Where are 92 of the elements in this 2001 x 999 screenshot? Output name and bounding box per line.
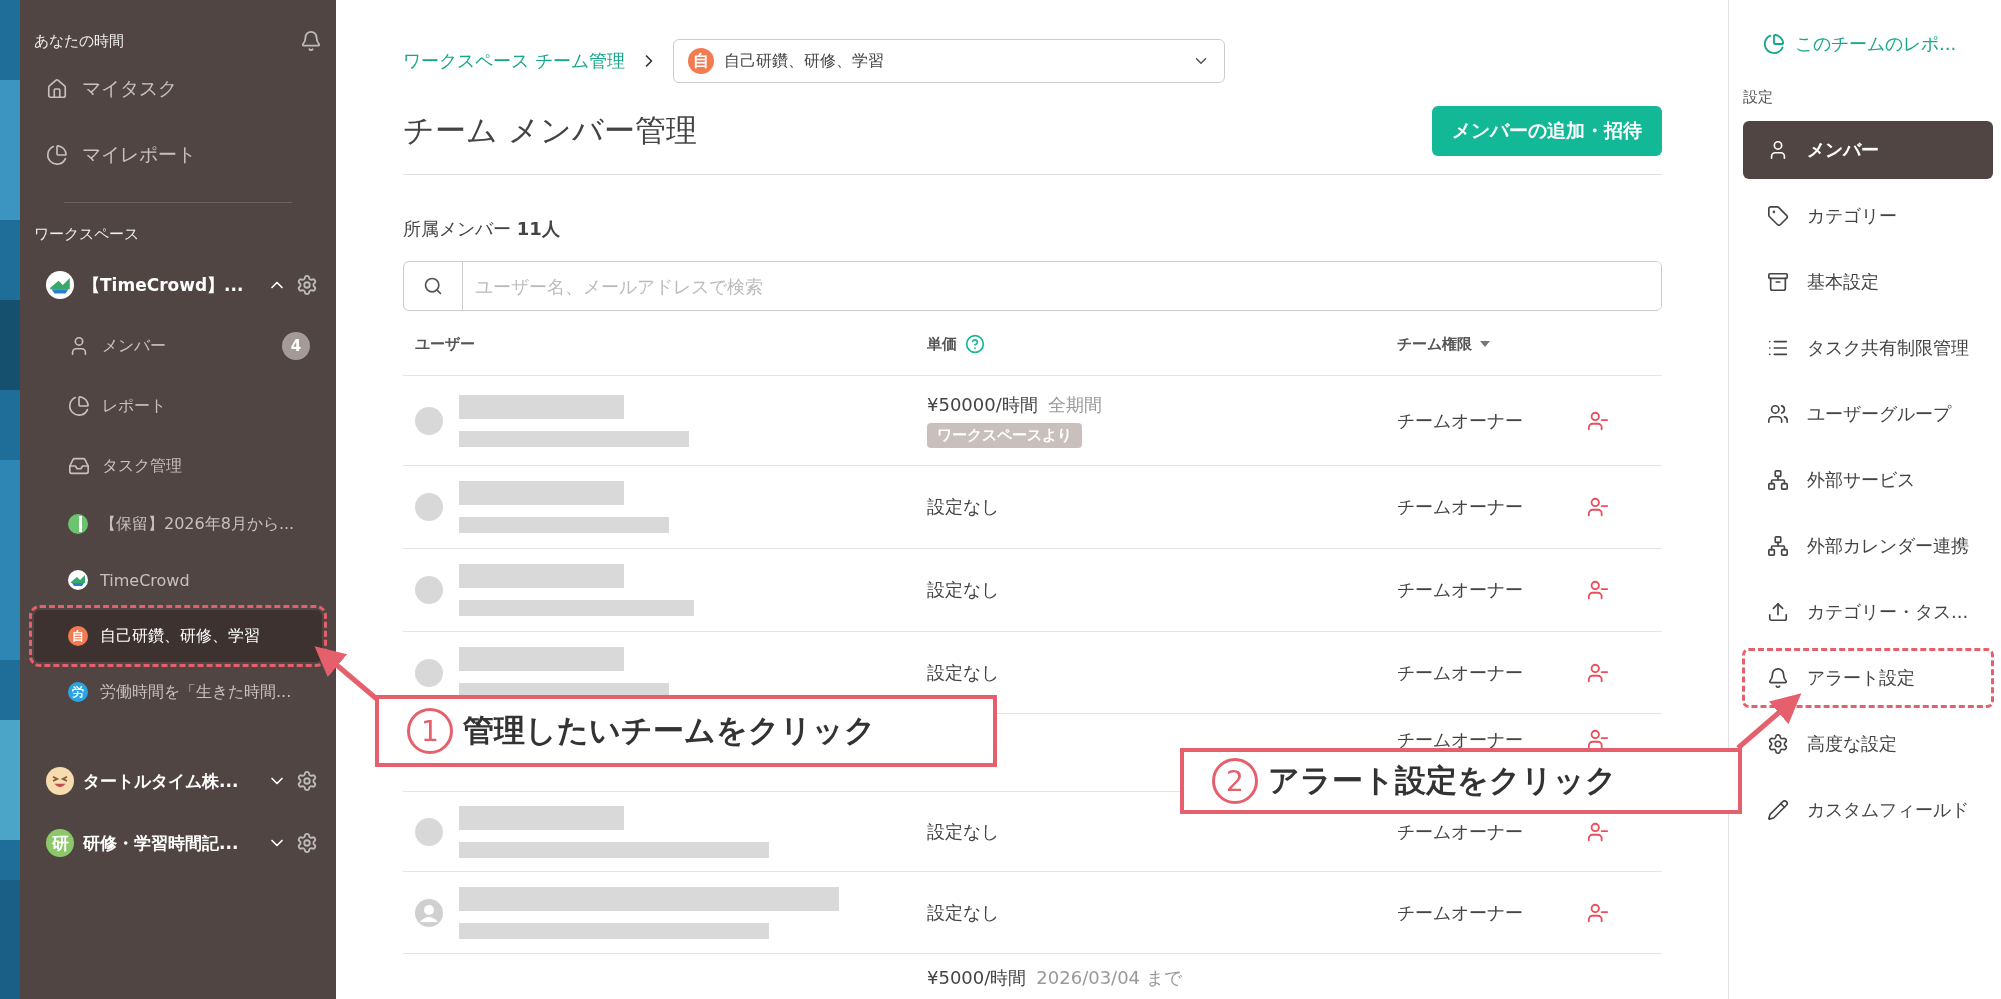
pie-chart-icon <box>68 395 90 417</box>
rate-text: 設定なし <box>927 819 999 844</box>
logo-icon <box>68 570 88 590</box>
remove-user-icon[interactable] <box>1587 579 1609 601</box>
rate-text: ¥50000/時間 全期間 <box>927 393 1102 417</box>
settings-item[interactable]: 基本設定 <box>1743 253 1993 311</box>
remove-user-icon[interactable] <box>1587 901 1609 924</box>
avatar <box>415 658 443 687</box>
remove-user-icon[interactable] <box>1587 728 1609 750</box>
step-number: 2 <box>1212 758 1258 804</box>
team-item[interactable]: 【保留】2026年8月から... <box>34 498 322 550</box>
role-text: チームオーナー <box>1397 408 1524 433</box>
page-title: チーム メンバー管理 <box>403 111 697 150</box>
rate-text: 設定なし <box>927 660 999 685</box>
remove-user-icon[interactable] <box>1587 496 1609 518</box>
step-number: 1 <box>407 708 453 754</box>
column-header[interactable]: ユーザー <box>415 334 927 354</box>
archive-icon <box>1767 271 1789 293</box>
count-badge: 4 <box>282 332 310 360</box>
remove-user-icon[interactable] <box>1587 820 1609 843</box>
settings-item[interactable]: 外部サービス <box>1743 451 1993 509</box>
settings-item[interactable]: カテゴリー <box>1743 187 1993 245</box>
rate-text: 設定なし <box>927 578 999 602</box>
source-tag: ワークスペースより <box>927 423 1082 448</box>
house-icon <box>46 78 68 100</box>
avatar <box>415 576 443 604</box>
upload-icon <box>1767 601 1789 623</box>
role-text: チームオーナー <box>1397 728 1524 752</box>
settings-icon[interactable] <box>296 770 318 792</box>
role-text: チームオーナー <box>1397 819 1524 844</box>
column-header[interactable]: チーム権限 <box>1397 334 1587 354</box>
workspace-item[interactable]: タートルタイム株... <box>34 750 322 812</box>
settings-icon[interactable] <box>296 832 318 854</box>
nav-item[interactable]: マイレポート <box>34 122 322 188</box>
role-text: チームオーナー <box>1397 495 1524 519</box>
nav-item[interactable]: マイタスク <box>34 56 322 122</box>
nav-item[interactable]: メンバー 4 <box>34 318 322 374</box>
member-count: 所属メンバー 11人 <box>403 217 561 241</box>
team-item[interactable]: TimeCrowd <box>34 554 322 606</box>
users-icon <box>1767 403 1789 425</box>
network-icon <box>1767 469 1789 491</box>
search-field[interactable]: ユーザー名、メールアドレスで検索 <box>403 261 1662 311</box>
remove-user-icon[interactable] <box>1587 409 1609 432</box>
column-header[interactable]: 単価 <box>927 334 1397 354</box>
settings-item[interactable]: 高度な設定 <box>1743 715 1993 773</box>
callout-text: 管理したいチームをクリック <box>463 711 876 750</box>
settings-item[interactable]: 外部カレンダー連携 <box>1743 517 1993 575</box>
workspace-item[interactable]: 研 研修・学習時間記... <box>34 812 322 874</box>
help-icon[interactable] <box>965 334 985 354</box>
search-icon[interactable] <box>423 276 443 296</box>
nav-item[interactable]: タスク管理 <box>34 438 322 494</box>
section-title: あなたの時間 <box>34 31 124 51</box>
inbox-icon <box>68 455 90 477</box>
team-avatar: 労 <box>68 682 88 702</box>
rate-text: 設定なし <box>927 900 999 925</box>
logo-icon <box>46 271 74 299</box>
callout-text: アラート設定をクリック <box>1268 761 1617 800</box>
remove-user-icon[interactable] <box>1587 661 1609 684</box>
avatar <box>415 817 443 846</box>
workspace-item[interactable]: 【TimeCrowd】... <box>34 254 322 316</box>
tag-icon <box>1767 205 1789 227</box>
team-select[interactable]: 自 自己研鑽、研修、学習 <box>672 39 1225 83</box>
settings-item[interactable]: ユーザーグループ <box>1743 385 1993 443</box>
team-avatar: 研 <box>46 829 74 857</box>
settings-item[interactable]: カテゴリー・タス... <box>1743 583 1993 641</box>
bell-icon[interactable] <box>300 30 322 52</box>
settings-icon[interactable] <box>296 274 318 296</box>
avatar <box>415 406 443 435</box>
team-avatar: 自 <box>68 626 88 646</box>
pie-chart-icon <box>1763 33 1785 55</box>
avatar <box>415 493 443 521</box>
pencil-icon <box>1767 799 1789 821</box>
sort-caret-icon[interactable] <box>1480 341 1490 347</box>
rate-text: ¥5000/時間 2026/03/04 まで <box>927 965 1182 990</box>
nav-item[interactable]: レポート <box>34 378 322 434</box>
settings-item[interactable]: メンバー <box>1743 121 1993 179</box>
bell-icon <box>1767 667 1789 689</box>
settings-item[interactable]: タスク共有制限管理 <box>1743 319 1993 377</box>
rate-text: 設定なし <box>927 495 999 519</box>
settings-icon <box>1767 733 1789 755</box>
panel-title: 設定 <box>1743 88 1774 107</box>
settings-item[interactable]: カスタムフィールド <box>1743 781 1993 839</box>
team-avatar: 自 <box>687 48 714 74</box>
avatar-icon <box>415 898 443 927</box>
network-icon <box>1767 535 1789 557</box>
pie-chart-icon <box>46 144 68 166</box>
role-text: チームオーナー <box>1397 578 1524 602</box>
role-text: チームオーナー <box>1397 660 1524 685</box>
settings-item[interactable]: アラート設定 <box>1743 649 1993 707</box>
role-text: チームオーナー <box>1397 900 1524 925</box>
section-title: ワークスペース <box>34 225 140 244</box>
team-item[interactable]: 労 労働時間を「生きた時間... <box>34 666 322 718</box>
